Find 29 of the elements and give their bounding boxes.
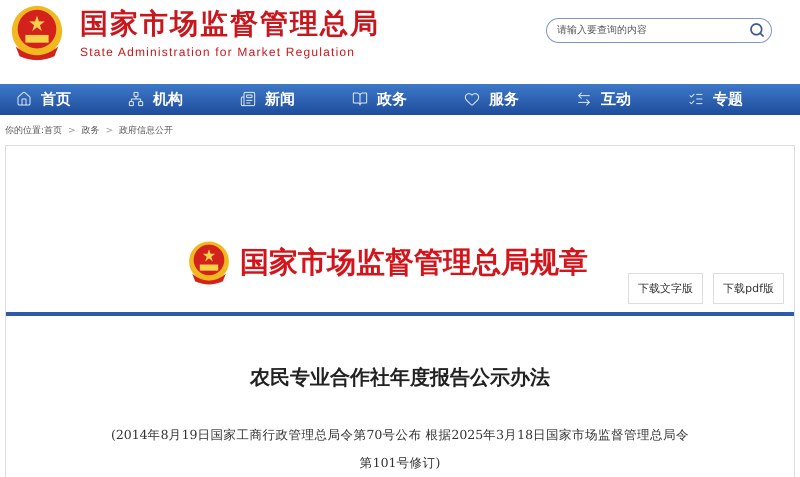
breadcrumb-link[interactable]: 政务 (82, 124, 100, 137)
document-title: 农民专业合作社年度报告公示办法 (248, 364, 551, 391)
breadcrumb-separator: > (104, 126, 114, 136)
nav-link[interactable]: 政务 (352, 84, 464, 115)
download-button[interactable]: 下载pdf版 (713, 273, 784, 304)
nav-link[interactable]: 专题 (688, 84, 800, 115)
banner-title: 国家市场监督管理总局规章 (240, 244, 588, 281)
document-note: 第101号修订) (358, 454, 442, 472)
site-title: 国家市场监督管理总局 (80, 6, 380, 42)
book-icon (352, 91, 368, 108)
nav-link[interactable]: 互动 (576, 84, 688, 115)
home-icon (16, 91, 32, 108)
breadcrumb-link[interactable]: 你的位置:首页 (5, 124, 62, 137)
emblem-icon (186, 240, 232, 286)
document-note: (2014年8月19日国家工商行政管理总局令第70号公布 根据2025年3月18日国家市场监督管理总局令 (110, 426, 690, 444)
heart-icon (464, 91, 480, 108)
nav-link[interactable]: 服务 (464, 84, 576, 115)
breadcrumb-link[interactable]: 政府信息公开 (119, 124, 174, 137)
swap-icon (576, 91, 592, 108)
nav-link[interactable]: 新闻 (240, 84, 352, 115)
download-button[interactable]: 下载文字版 (628, 273, 704, 304)
search-icon[interactable] (749, 22, 765, 38)
org-icon (128, 91, 144, 108)
search-field[interactable]: 请输入要查询的内容 (546, 18, 772, 43)
news-icon (240, 91, 256, 108)
site-subtitle: State Administration for Market Regulation (80, 44, 356, 60)
nav-link[interactable]: 机构 (128, 84, 240, 115)
nav-link[interactable]: 首页 (16, 84, 128, 115)
breadcrumb-separator: > (67, 126, 77, 136)
